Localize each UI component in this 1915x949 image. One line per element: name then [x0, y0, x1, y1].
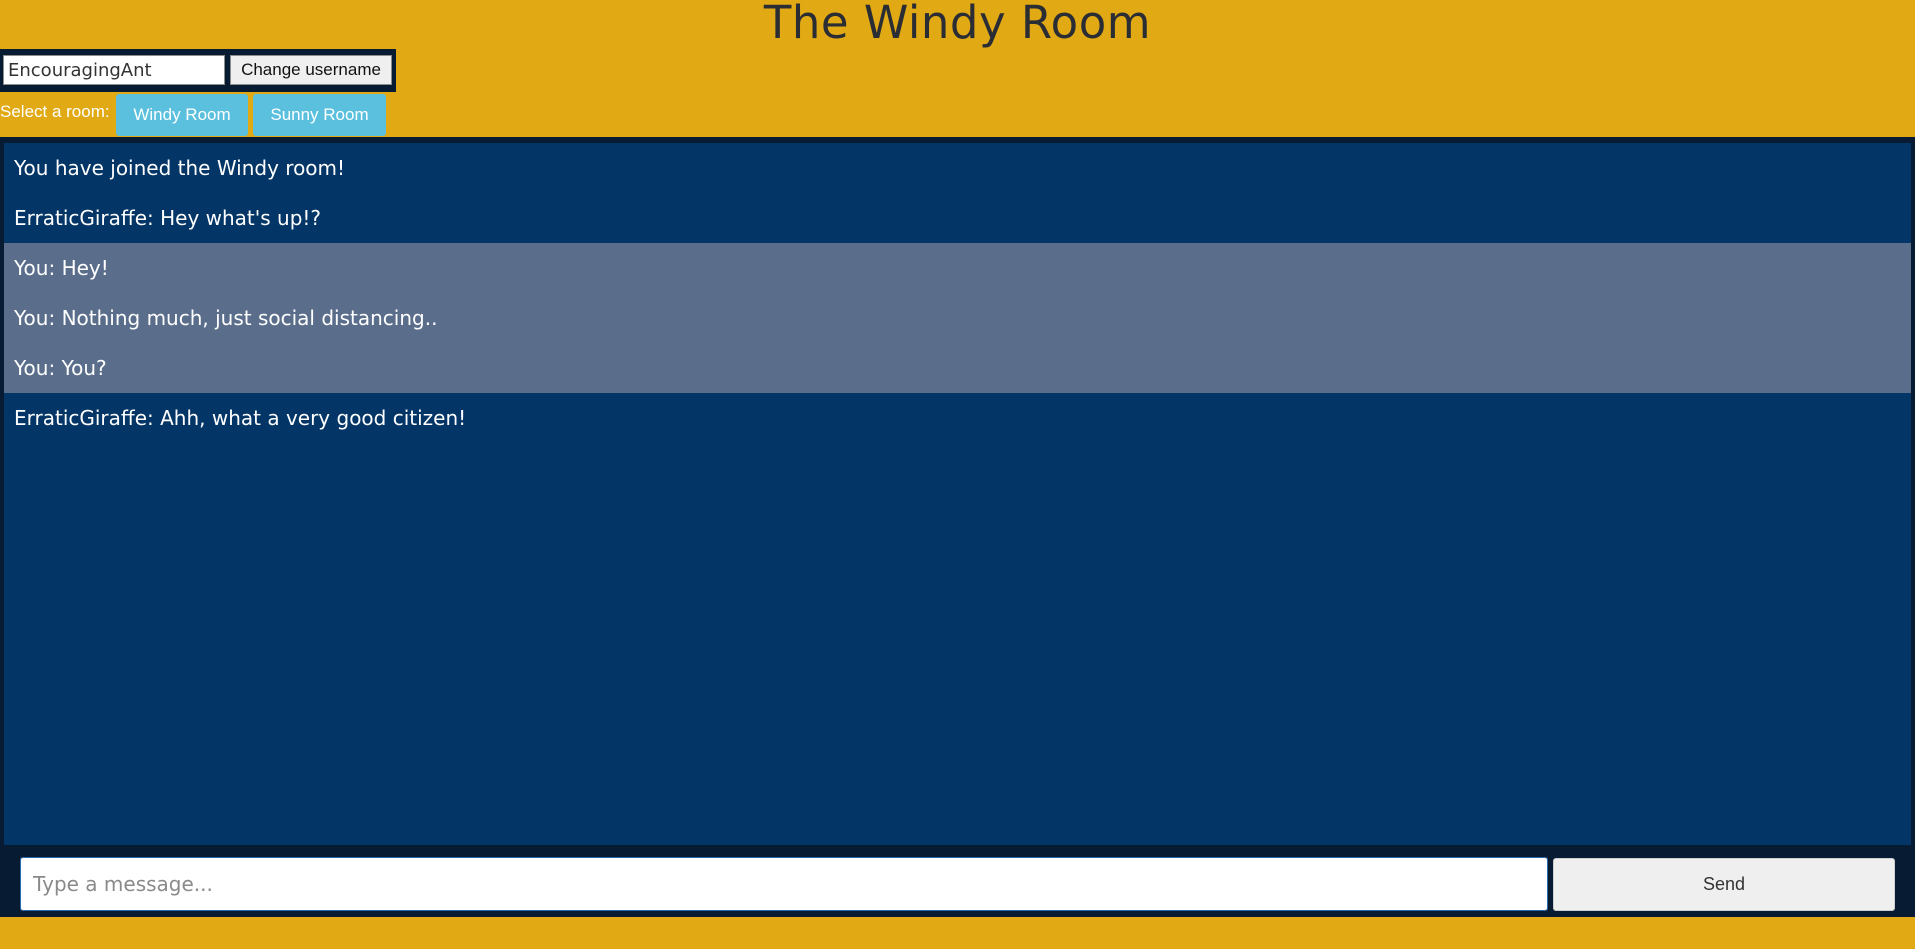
message-item: ErraticGiraffe: Hey what's up!?: [14, 206, 322, 230]
room-select-label: Select a room:: [0, 102, 110, 121]
room-selector: Select a room: Windy Room Sunny Room: [0, 94, 400, 136]
chat-panel: You have joined the Windy room! ErraticG…: [0, 137, 1915, 917]
message-item: You have joined the Windy room!: [14, 156, 346, 180]
send-button[interactable]: Send: [1553, 858, 1895, 911]
message-list[interactable]: You have joined the Windy room! ErraticG…: [4, 143, 1911, 847]
windy-room-button[interactable]: Windy Room: [116, 94, 248, 136]
username-bar: Change username: [0, 49, 396, 92]
own-message-item: You: Nothing much, just social distancin…: [4, 293, 1911, 343]
page-title: The Windy Room: [763, 0, 1152, 49]
message-item: ErraticGiraffe: Ahh, what a very good ci…: [14, 406, 467, 430]
own-message-item: You: You?: [4, 343, 1911, 393]
own-message-item: You: Hey!: [4, 243, 1911, 293]
sunny-room-button[interactable]: Sunny Room: [253, 94, 386, 136]
compose-bar: Send: [0, 845, 1915, 917]
change-username-button[interactable]: Change username: [230, 55, 392, 85]
username-input[interactable]: [3, 55, 225, 85]
message-input[interactable]: [20, 857, 1548, 911]
